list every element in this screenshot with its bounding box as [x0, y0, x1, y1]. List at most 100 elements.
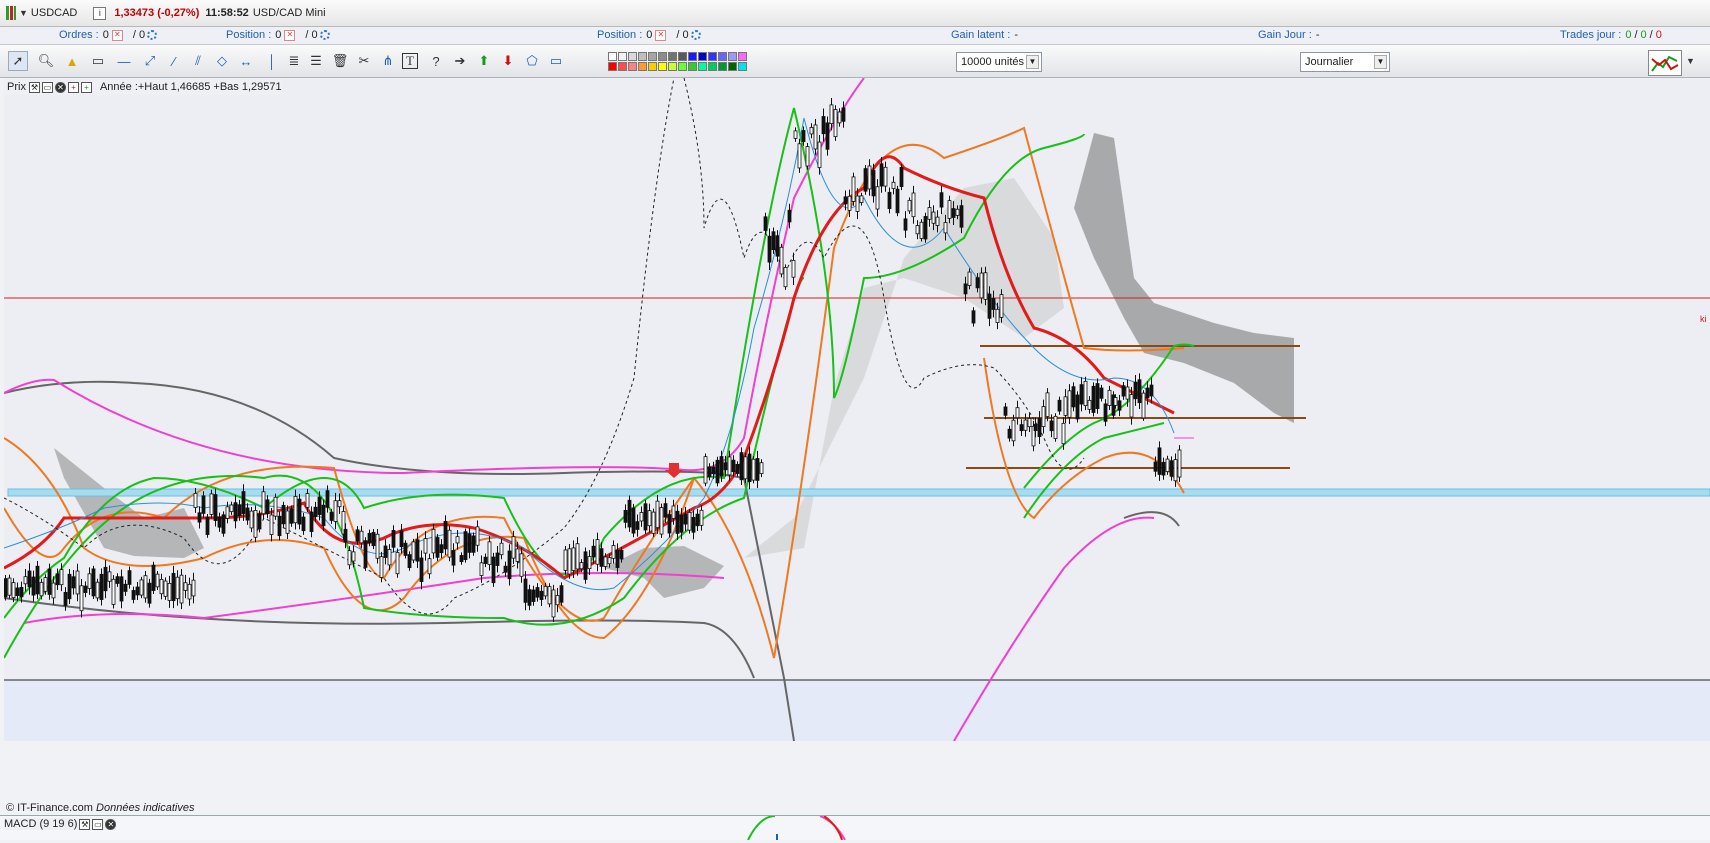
palette-swatch[interactable] — [648, 52, 657, 61]
candle-body — [351, 551, 356, 562]
candlestick-icon[interactable] — [6, 6, 16, 20]
units-select[interactable]: 10000 unités ▼ — [956, 52, 1042, 72]
ruler-icon[interactable]: ▭ — [88, 51, 108, 71]
candle-body — [103, 566, 108, 592]
candle-body — [763, 216, 768, 231]
tools-icon[interactable]: ✂ — [354, 51, 374, 71]
question-icon[interactable]: ? — [426, 51, 446, 71]
rectangle-tool-icon[interactable]: ◇ — [212, 51, 232, 71]
candle-body — [475, 526, 480, 546]
palette-swatch[interactable] — [618, 52, 627, 61]
sell-arrow-icon[interactable]: ⬇ — [498, 51, 518, 71]
palette-swatch[interactable] — [638, 62, 647, 71]
candle-body — [511, 536, 516, 559]
chevron-down-icon[interactable]: ▼ — [1374, 55, 1387, 69]
palette-swatch[interactable] — [718, 62, 727, 71]
arrow-right-icon[interactable]: ➔ — [450, 51, 470, 71]
shape-icon[interactable]: ▭ — [546, 51, 566, 71]
chart-legend: Prix ⚒ ▭ ✕ + + Année :+Haut 1,46685 +Bas… — [4, 79, 282, 95]
gear-icon[interactable] — [319, 30, 330, 40]
palette-swatch[interactable] — [728, 62, 737, 71]
close-position-icon[interactable]: ✕ — [655, 29, 667, 41]
chevron-down-icon[interactable]: ▼ — [1026, 55, 1039, 69]
palette-swatch[interactable] — [698, 62, 707, 71]
price-chart[interactable] — [3, 77, 1710, 742]
symbol-name[interactable]: USDCAD — [31, 7, 77, 19]
palette-swatch[interactable] — [678, 52, 687, 61]
palette-swatch[interactable] — [658, 62, 667, 71]
period-select[interactable]: Journalier ▼ — [1300, 52, 1390, 72]
vertical-line-icon[interactable]: │ — [262, 51, 282, 71]
palette-swatch[interactable] — [688, 52, 697, 61]
close-icon[interactable]: ✕ — [54, 81, 66, 93]
horizontal-line-icon[interactable]: — — [114, 51, 134, 71]
info-icon[interactable]: i — [93, 6, 107, 20]
window-icon[interactable]: ▭ — [41, 81, 53, 93]
pointer-icon[interactable]: ➚ — [8, 51, 28, 71]
palette-swatch[interactable] — [708, 62, 717, 71]
buy-arrow-icon[interactable]: ⬆ — [474, 51, 494, 71]
fibonacci-fan-icon[interactable]: ☰ — [306, 51, 326, 71]
palette-swatch[interactable] — [618, 62, 627, 71]
chevron-down-icon[interactable]: ▼ — [19, 8, 28, 18]
candle-body — [1041, 406, 1046, 428]
indicator-panel[interactable] — [0, 815, 1710, 841]
add-red-icon[interactable]: + — [67, 81, 79, 93]
wrench-icon[interactable]: ⚒ — [79, 818, 91, 830]
palette-swatch[interactable] — [708, 52, 717, 61]
gear-icon[interactable] — [147, 30, 158, 40]
ray-line-icon[interactable]: ∕ — [164, 51, 184, 71]
position-label: Position : — [226, 29, 272, 41]
window-icon[interactable]: ▭ — [92, 818, 104, 830]
candle-body — [787, 209, 792, 223]
palette-swatch[interactable] — [728, 52, 737, 61]
palette-swatch[interactable] — [658, 52, 667, 61]
pitchfork-icon[interactable]: ⋔ — [378, 51, 398, 71]
palette-swatch[interactable] — [668, 52, 677, 61]
candle-body — [375, 533, 380, 559]
candle-body — [363, 540, 368, 568]
candle-body — [767, 235, 772, 263]
palette-swatch[interactable] — [628, 52, 637, 61]
palette-swatch[interactable] — [688, 62, 697, 71]
trend-line-icon[interactable]: ⤢ — [140, 51, 160, 71]
close-icon[interactable]: ✕ — [105, 818, 117, 830]
candle-body — [107, 571, 112, 582]
palette-swatch[interactable] — [738, 62, 747, 71]
chart-canvas[interactable] — [3, 77, 1710, 742]
measure-icon[interactable]: ↔ — [236, 51, 256, 71]
polygon-icon[interactable]: ⬠ — [522, 51, 542, 71]
chart-config-icon[interactable] — [1648, 50, 1682, 76]
candle-body — [507, 550, 512, 580]
wrench-icon[interactable]: ⚒ — [28, 81, 40, 93]
candle-body — [1103, 403, 1108, 422]
palette-swatch[interactable] — [678, 62, 687, 71]
color-palette[interactable] — [608, 52, 747, 71]
fibonacci-icon[interactable]: ≣ — [284, 51, 304, 71]
close-position-icon[interactable]: ✕ — [284, 29, 296, 41]
palette-swatch[interactable] — [608, 52, 617, 61]
candle-body — [999, 294, 1004, 318]
candle-body — [947, 200, 952, 219]
palette-swatch[interactable] — [638, 52, 647, 61]
bell-icon[interactable]: ▲ — [62, 51, 82, 71]
palette-swatch[interactable] — [718, 52, 727, 61]
palette-swatch[interactable] — [648, 62, 657, 71]
gear-icon[interactable] — [690, 30, 701, 40]
close-orders-icon[interactable]: ✕ — [111, 29, 123, 41]
candle-body — [135, 586, 140, 596]
chevron-down-icon[interactable]: ▼ — [1686, 56, 1695, 66]
candle-body — [447, 529, 452, 558]
palette-swatch[interactable] — [698, 52, 707, 61]
palette-swatch[interactable] — [738, 52, 747, 61]
trash-icon[interactable]: 🗑︎ — [330, 51, 350, 71]
zoom-icon[interactable]: 🔍︎ — [36, 51, 56, 71]
add-green-icon[interactable]: + — [80, 81, 92, 93]
text-tool-icon[interactable]: T — [402, 53, 418, 69]
palette-swatch[interactable] — [668, 62, 677, 71]
candle-body — [907, 199, 912, 212]
palette-swatch[interactable] — [608, 62, 617, 71]
palette-swatch[interactable] — [628, 62, 637, 71]
channel-icon[interactable]: ⫽ — [188, 51, 208, 71]
candle-body — [455, 536, 460, 544]
